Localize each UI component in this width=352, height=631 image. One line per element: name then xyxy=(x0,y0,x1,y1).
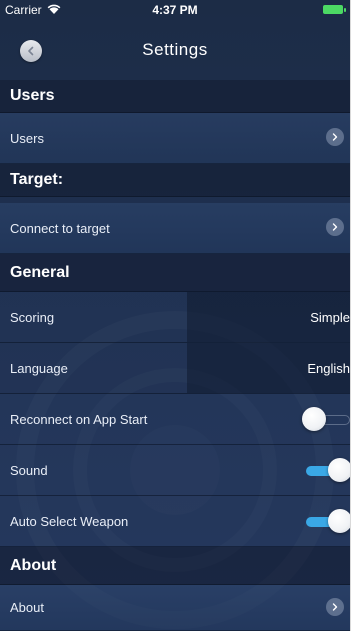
toggle-knob xyxy=(302,407,326,431)
page-title: Settings xyxy=(142,40,208,59)
settings-screen: Carrier 4:37 PM Settings Users Users Tar… xyxy=(0,0,351,631)
sound-row: Sound xyxy=(0,445,350,496)
about-label: About xyxy=(10,600,44,615)
section-header-about: About xyxy=(0,547,350,585)
status-bar: Carrier 4:37 PM xyxy=(0,0,350,20)
reconnect-label: Reconnect on App Start xyxy=(10,411,148,427)
section-header-users: Users xyxy=(0,80,350,113)
section-title: About xyxy=(10,556,57,574)
sound-toggle[interactable] xyxy=(302,458,350,484)
about-row[interactable]: About xyxy=(0,585,350,631)
chevron-right-icon xyxy=(326,128,344,146)
language-value[interactable]: English xyxy=(187,343,350,393)
language-value-text: English xyxy=(307,360,350,376)
scoring-value[interactable]: Simple xyxy=(187,292,350,342)
section-title: Target: xyxy=(10,171,64,188)
auto-select-weapon-toggle[interactable] xyxy=(302,509,350,535)
scoring-value-text: Simple xyxy=(310,309,350,325)
users-row[interactable]: Users xyxy=(0,113,350,164)
section-header-general: General xyxy=(0,254,350,292)
auto-select-weapon-label: Auto Select Weapon xyxy=(10,513,129,529)
sound-label: Sound xyxy=(10,462,48,478)
chevron-right-icon xyxy=(326,598,344,616)
connect-to-target-row[interactable]: Connect to target xyxy=(0,203,350,254)
reconnect-row: Reconnect on App Start xyxy=(0,394,350,445)
chevron-right-icon xyxy=(326,218,344,236)
navigation-bar: Settings xyxy=(0,20,350,80)
toggle-knob xyxy=(328,509,350,533)
toggle-knob xyxy=(328,458,350,482)
battery-icon xyxy=(323,5,346,14)
language-row[interactable]: Language English xyxy=(0,343,350,394)
connect-to-target-label: Connect to target xyxy=(10,220,110,236)
section-title: Users xyxy=(10,87,55,104)
reconnect-toggle[interactable] xyxy=(302,407,350,433)
section-title: General xyxy=(10,263,70,281)
section-header-target: Target: xyxy=(0,164,350,197)
scoring-row[interactable]: Scoring Simple xyxy=(0,292,350,343)
status-time: 4:37 PM xyxy=(152,3,198,17)
users-label: Users xyxy=(10,130,44,146)
auto-select-weapon-row: Auto Select Weapon xyxy=(0,496,350,547)
